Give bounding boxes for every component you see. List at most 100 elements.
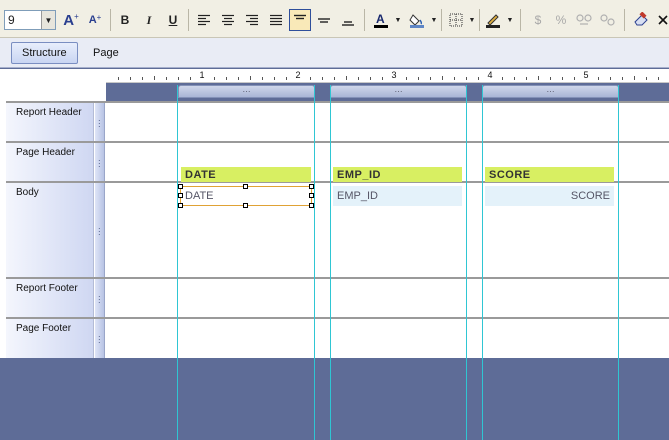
ruler-tick bbox=[286, 77, 287, 80]
font-color-button[interactable]: A bbox=[370, 9, 392, 31]
valign-bottom-button[interactable] bbox=[337, 9, 359, 31]
align-left-button[interactable] bbox=[193, 9, 215, 31]
borders-dropdown[interactable]: ▼ bbox=[468, 9, 476, 31]
band-content-area[interactable] bbox=[106, 319, 669, 358]
align-center-button[interactable] bbox=[217, 9, 239, 31]
ruler-tick bbox=[370, 77, 371, 80]
ruler-tick bbox=[166, 77, 167, 80]
band-content-area[interactable] bbox=[106, 279, 669, 319]
band-resize-grip[interactable]: ⋯ bbox=[95, 279, 105, 319]
column-guide bbox=[466, 85, 467, 440]
header-cell-emp-id[interactable]: EMP_ID bbox=[333, 167, 462, 182]
align-center-icon bbox=[222, 14, 234, 26]
ruler-number: 5 bbox=[583, 70, 589, 80]
data-field-score[interactable]: SCORE bbox=[485, 186, 614, 206]
grow-font-icon: A bbox=[63, 11, 75, 29]
band-resize-grip[interactable]: ⋯ bbox=[95, 183, 105, 279]
resize-handle[interactable] bbox=[243, 184, 248, 189]
ruler-tick bbox=[274, 77, 275, 80]
band-label: Report Footer bbox=[6, 279, 94, 319]
borders-button[interactable] bbox=[445, 9, 467, 31]
line-color-dropdown[interactable]: ▼ bbox=[506, 9, 514, 31]
toolbar-separator bbox=[520, 9, 521, 31]
ruler-tick bbox=[442, 76, 443, 80]
bold-button[interactable]: B bbox=[114, 9, 136, 31]
resize-handle[interactable] bbox=[309, 203, 314, 208]
header-cell-date[interactable]: DATE bbox=[181, 167, 311, 182]
ruler-tick bbox=[118, 77, 119, 80]
ruler-tick bbox=[610, 77, 611, 80]
valign-top-button[interactable] bbox=[289, 9, 311, 31]
percent-format-button[interactable]: % bbox=[550, 9, 572, 31]
fill-color-dropdown[interactable]: ▼ bbox=[430, 9, 438, 31]
ruler-tick bbox=[358, 77, 359, 80]
resize-handle[interactable] bbox=[243, 203, 248, 208]
justify-icon bbox=[270, 14, 282, 26]
italic-button[interactable]: I bbox=[138, 9, 160, 31]
resize-handle[interactable] bbox=[309, 193, 314, 198]
band-resize-grip[interactable]: ⋯ bbox=[95, 103, 105, 142]
band-label: Report Header bbox=[6, 103, 94, 142]
ruler-tick bbox=[406, 77, 407, 80]
justify-button[interactable] bbox=[265, 9, 287, 31]
close-icon[interactable] bbox=[652, 9, 669, 31]
decimal-places-icon bbox=[600, 14, 615, 26]
font-size-select[interactable]: 9 ▼ bbox=[4, 10, 56, 30]
ruler-number: 2 bbox=[295, 70, 301, 80]
ruler-tick bbox=[226, 77, 227, 80]
ruler-tick bbox=[142, 77, 143, 80]
resize-handle[interactable] bbox=[178, 203, 183, 208]
band-report-footer[interactable]: Report Footer ⋯ bbox=[6, 277, 669, 319]
tab-structure[interactable]: Structure bbox=[11, 42, 78, 64]
horizontal-ruler: 1 2 3 4 5 bbox=[106, 69, 669, 83]
ruler-tick bbox=[622, 77, 623, 80]
band-page-footer[interactable]: Page Footer ⋯ bbox=[6, 317, 669, 358]
data-field-emp-id[interactable]: EMP_ID bbox=[333, 186, 462, 206]
ruler-tick bbox=[190, 77, 191, 80]
ruler-tick bbox=[466, 77, 467, 80]
band-report-header[interactable]: Report Header ⋯ bbox=[6, 101, 669, 142]
valign-middle-button[interactable] bbox=[313, 9, 335, 31]
underline-button[interactable]: U bbox=[162, 9, 184, 31]
ruler-tick bbox=[214, 77, 215, 80]
band-content-area[interactable] bbox=[106, 103, 669, 142]
paint-bucket-icon bbox=[409, 14, 424, 28]
header-cell-score[interactable]: SCORE bbox=[485, 167, 614, 182]
resize-handle[interactable] bbox=[178, 184, 183, 189]
band-resize-grip[interactable]: ⋯ bbox=[95, 143, 105, 183]
decimal-format-button[interactable] bbox=[596, 9, 618, 31]
chevron-down-icon[interactable]: ▼ bbox=[41, 11, 55, 29]
fill-color-button[interactable] bbox=[406, 9, 428, 31]
toolbar-separator bbox=[441, 9, 442, 31]
column-handle[interactable]: ··· bbox=[330, 85, 467, 98]
band-label: Page Footer bbox=[6, 319, 94, 358]
column-handle[interactable]: ··· bbox=[178, 85, 315, 98]
shrink-font-button[interactable]: A + bbox=[84, 9, 106, 31]
tab-page[interactable]: Page bbox=[83, 42, 129, 64]
thousands-format-button[interactable] bbox=[573, 9, 595, 31]
currency-format-button[interactable]: $ bbox=[527, 9, 549, 31]
font-color-dropdown[interactable]: ▼ bbox=[394, 9, 402, 31]
column-handle[interactable]: ··· bbox=[482, 85, 619, 98]
ruler-tick bbox=[310, 77, 311, 80]
band-resize-grip[interactable]: ⋯ bbox=[95, 319, 105, 358]
ruler-tick bbox=[346, 76, 347, 80]
ruler-tick bbox=[238, 77, 239, 80]
column-guide bbox=[314, 85, 315, 440]
ruler-tick bbox=[646, 77, 647, 80]
grow-font-button[interactable]: A + bbox=[60, 9, 82, 31]
clear-format-button[interactable] bbox=[630, 9, 652, 31]
ruler-tick bbox=[502, 77, 503, 80]
ruler-tick bbox=[430, 77, 431, 80]
formatting-toolbar: 9 ▼ A + A + B I U A ▼ ▼ ▼ ▼ $ % bbox=[0, 0, 669, 38]
resize-handle[interactable] bbox=[309, 184, 314, 189]
ruler-tick bbox=[154, 76, 155, 80]
align-right-icon bbox=[246, 14, 258, 26]
ruler-tick bbox=[514, 77, 515, 80]
ruler-tick bbox=[634, 76, 635, 80]
align-right-button[interactable] bbox=[241, 9, 263, 31]
ruler-tick bbox=[598, 77, 599, 80]
line-color-button[interactable] bbox=[482, 9, 504, 31]
toolbar-separator bbox=[110, 9, 111, 31]
resize-handle[interactable] bbox=[178, 193, 183, 198]
